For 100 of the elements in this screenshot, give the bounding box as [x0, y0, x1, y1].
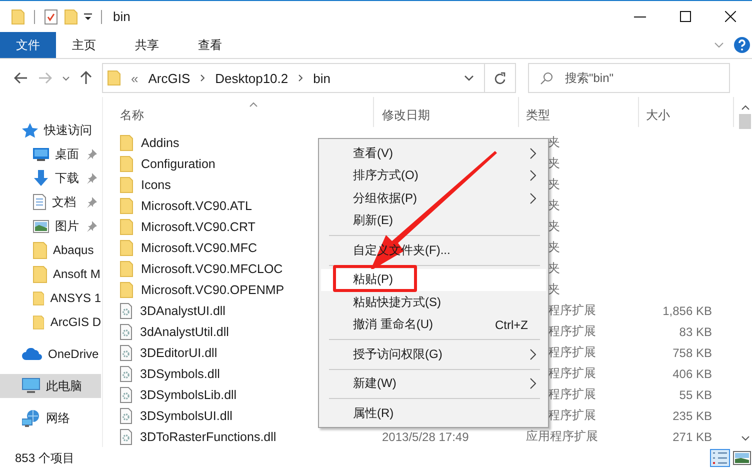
sidebar-item[interactable]: OneDrive — [0, 342, 101, 366]
address-bar[interactable]: « ArcGIS Desktop10.2 bin — [102, 63, 485, 93]
file-name[interactable]: Microsoft.VC90.MFC — [141, 240, 257, 254]
scroll-up-icon[interactable] — [740, 105, 750, 110]
menu-item[interactable]: 分组依据(P) — [321, 187, 546, 210]
sidebar-item[interactable]: 文档 — [0, 190, 101, 214]
file-name[interactable]: Addins — [141, 136, 180, 150]
pin-icon[interactable] — [86, 196, 97, 208]
file-name[interactable]: Microsoft.VC90.MFCLOC — [141, 262, 283, 276]
sort-up-icon — [249, 102, 258, 107]
file-size: 1,856 KB — [662, 304, 712, 318]
menu-item[interactable]: 刷新(E) — [321, 210, 546, 232]
file-name[interactable]: Microsoft.VC90.ATL — [141, 198, 252, 212]
menu-item[interactable]: 授予访问权限(G) — [321, 343, 546, 366]
search-field[interactable]: 搜索"bin" — [528, 63, 730, 93]
properties-icon[interactable] — [44, 8, 58, 24]
sidebar-item[interactable]: ArcGIS D — [0, 310, 101, 334]
scroll-thumb[interactable] — [739, 114, 751, 129]
sidebar-item[interactable]: Abaqus — [0, 238, 101, 262]
pin-icon[interactable] — [86, 148, 97, 160]
menu-item[interactable]: 排序方式(O) — [321, 164, 546, 187]
sidebar-item[interactable]: ANSYS 1 — [0, 286, 101, 310]
sidebar-item[interactable]: 快速访问 — [0, 118, 101, 142]
help-icon[interactable] — [734, 37, 750, 53]
menu-item[interactable]: 新建(W) — [321, 372, 546, 395]
sidebar-label: 此电脑 — [46, 378, 82, 394]
details-view-button[interactable] — [710, 449, 730, 467]
menu-item[interactable]: 粘贴快捷方式(S) — [321, 291, 546, 314]
gear-file-icon — [120, 302, 132, 318]
ribbon-tab[interactable]: 文件 — [0, 32, 56, 58]
column-header[interactable]: 名称 — [111, 97, 374, 127]
sidebar-item[interactable]: 图片 — [0, 214, 101, 238]
star-icon — [22, 122, 38, 138]
pin-icon[interactable] — [86, 220, 97, 232]
up-icon[interactable] — [80, 71, 92, 85]
file-name[interactable]: 3DSymbolsUI.dll — [140, 408, 232, 422]
folder-icon — [120, 282, 133, 298]
search-icon — [540, 72, 553, 85]
pictures-icon — [33, 220, 49, 232]
menu-item[interactable]: 撤消 重命名(U) Ctrl+Z — [321, 314, 546, 336]
refresh-button[interactable] — [485, 63, 516, 93]
scroll-down-icon[interactable] — [740, 436, 750, 441]
ribbon-tab[interactable]: 共享 — [119, 32, 174, 58]
file-type: 程序扩展 — [548, 344, 596, 361]
sidebar-label: 桌面 — [55, 146, 79, 162]
column-header[interactable]: 修改日期 — [374, 97, 519, 127]
file-name[interactable]: Icons — [141, 178, 171, 192]
ribbon-tab[interactable]: 主页 — [56, 32, 111, 58]
chevron-down-icon[interactable] — [62, 76, 70, 80]
download-icon — [33, 170, 49, 186]
file-type: 程序扩展 — [548, 365, 596, 382]
folder-icon — [120, 176, 133, 192]
dropdown-icon[interactable] — [84, 12, 92, 20]
maximize-icon[interactable] — [680, 11, 691, 22]
sidebar-label: Ansoft M — [53, 267, 100, 281]
sidebar-item[interactable]: 桌面 — [0, 142, 101, 166]
sidebar-item[interactable]: 此电脑 — [0, 374, 101, 398]
folder-icon — [120, 156, 133, 172]
file-name[interactable]: 3dAnalystUtil.dll — [140, 324, 229, 338]
sidebar-item[interactable]: 网络 — [0, 406, 101, 430]
chevron-right-icon[interactable] — [200, 74, 206, 82]
folder-icon — [33, 242, 47, 258]
column-header[interactable]: 类型 — [519, 97, 639, 127]
chevron-down-icon[interactable] — [464, 75, 474, 81]
file-name[interactable]: 3DToRasterFunctions.dll — [140, 430, 276, 444]
file-name[interactable]: Configuration — [141, 156, 216, 170]
menu-item[interactable]: 查看(V) — [321, 142, 546, 164]
file-type: 夹 — [548, 239, 560, 256]
sidebar-label: OneDrive — [48, 347, 99, 361]
pin-icon[interactable] — [86, 172, 97, 184]
folder-icon — [107, 70, 121, 86]
ribbon-tab[interactable]: 查看 — [182, 32, 237, 58]
column-header[interactable]: 大小 — [639, 97, 734, 127]
sidebar-label: 图片 — [55, 218, 79, 234]
large-icons-view-button[interactable] — [732, 449, 752, 467]
back-icon[interactable] — [14, 72, 28, 84]
gear-file-icon — [120, 386, 132, 402]
item-count: 853 个项目 — [15, 450, 74, 466]
file-size: 271 KB — [672, 430, 712, 444]
refresh-icon — [494, 72, 506, 84]
file-name[interactable]: 3DAnalystUI.dll — [140, 304, 226, 318]
file-type: 夹 — [548, 134, 560, 151]
file-name[interactable]: 3DSymbols.dll — [140, 366, 220, 380]
desktop-icon — [33, 148, 49, 160]
document-icon — [33, 194, 46, 210]
file-name[interactable]: 3DSymbolsLib.dll — [140, 388, 237, 402]
close-icon[interactable] — [725, 11, 736, 22]
file-size: 235 KB — [672, 408, 712, 422]
file-name[interactable]: 3DEditorUI.dll — [140, 346, 218, 360]
sidebar-item[interactable]: Ansoft M — [0, 262, 101, 286]
file-type: 夹 — [548, 155, 560, 172]
menu-item[interactable]: 属性(R) — [321, 402, 546, 424]
file-name[interactable]: Microsoft.VC90.CRT — [141, 220, 256, 234]
chevron-right-icon[interactable] — [298, 74, 304, 82]
file-name[interactable]: Microsoft.VC90.OPENMP — [141, 282, 284, 296]
sidebar-item[interactable]: 下载 — [0, 166, 101, 190]
folder-icon — [120, 134, 133, 150]
file-type: 程序扩展 — [548, 407, 596, 424]
file-type: 程序扩展 — [548, 323, 596, 340]
sidebar-label: Abaqus — [53, 243, 94, 257]
